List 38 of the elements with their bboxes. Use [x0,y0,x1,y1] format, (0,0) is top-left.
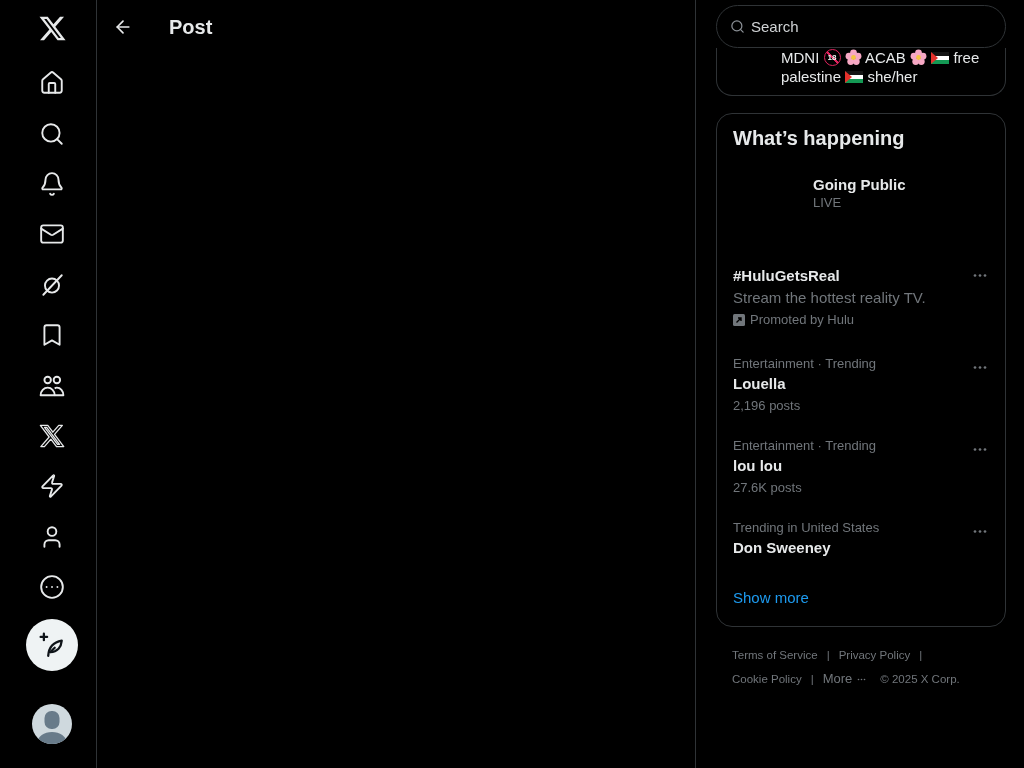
avatar-icon[interactable] [32,704,72,745]
post-count: 27.6K posts [733,480,803,496]
trend-title[interactable]: #HuluGetsReal [733,266,926,286]
promoted-icon [733,314,745,326]
page-title: Post [169,14,213,39]
trend-category: Entertainment · Trending [733,438,877,454]
trend-title[interactable]: Don Sweeney [733,538,880,558]
footer-link[interactable]: Terms of Service [732,647,818,663]
feather-plus-icon [39,632,65,659]
blossom-icon [844,49,862,66]
trend-description: Stream the hottest reality TV. [733,288,926,308]
ellipsis-icon [971,447,988,452]
flag-icon [931,52,950,64]
live-label: LIVE [813,195,843,211]
search-field[interactable]: Search [716,5,1006,48]
footer-link[interactable]: Cookie Policy [732,671,802,687]
section-title: What’s happening [732,126,906,150]
copyright-text: © 2025 X Corp. [880,672,960,687]
event-title[interactable]: Going Public [813,175,906,195]
ellipsis-icon [971,365,988,370]
search-icon [730,19,745,34]
trend-category: Entertainment · Trending [733,356,877,372]
trend-category: Trending in United States [733,520,880,536]
trend-title[interactable]: Louella [733,374,877,394]
separator: | [825,648,831,663]
blossom-icon [910,49,928,66]
post-count: 2,196 posts [733,398,802,414]
separator: | [809,672,815,687]
show-more-link[interactable]: Show more [733,589,809,606]
ellipsis-icon [971,529,988,534]
ellipsis-icon [971,273,988,278]
separator: | [918,648,924,663]
trend-title[interactable]: lou lou [733,456,877,476]
footer-link[interactable]: Privacy Policy [838,647,911,663]
flag-icon [845,71,864,83]
promoted-label: Promoted by Hulu [750,312,855,328]
more-button[interactable]: More [822,671,867,687]
compose-button[interactable] [26,619,78,672]
